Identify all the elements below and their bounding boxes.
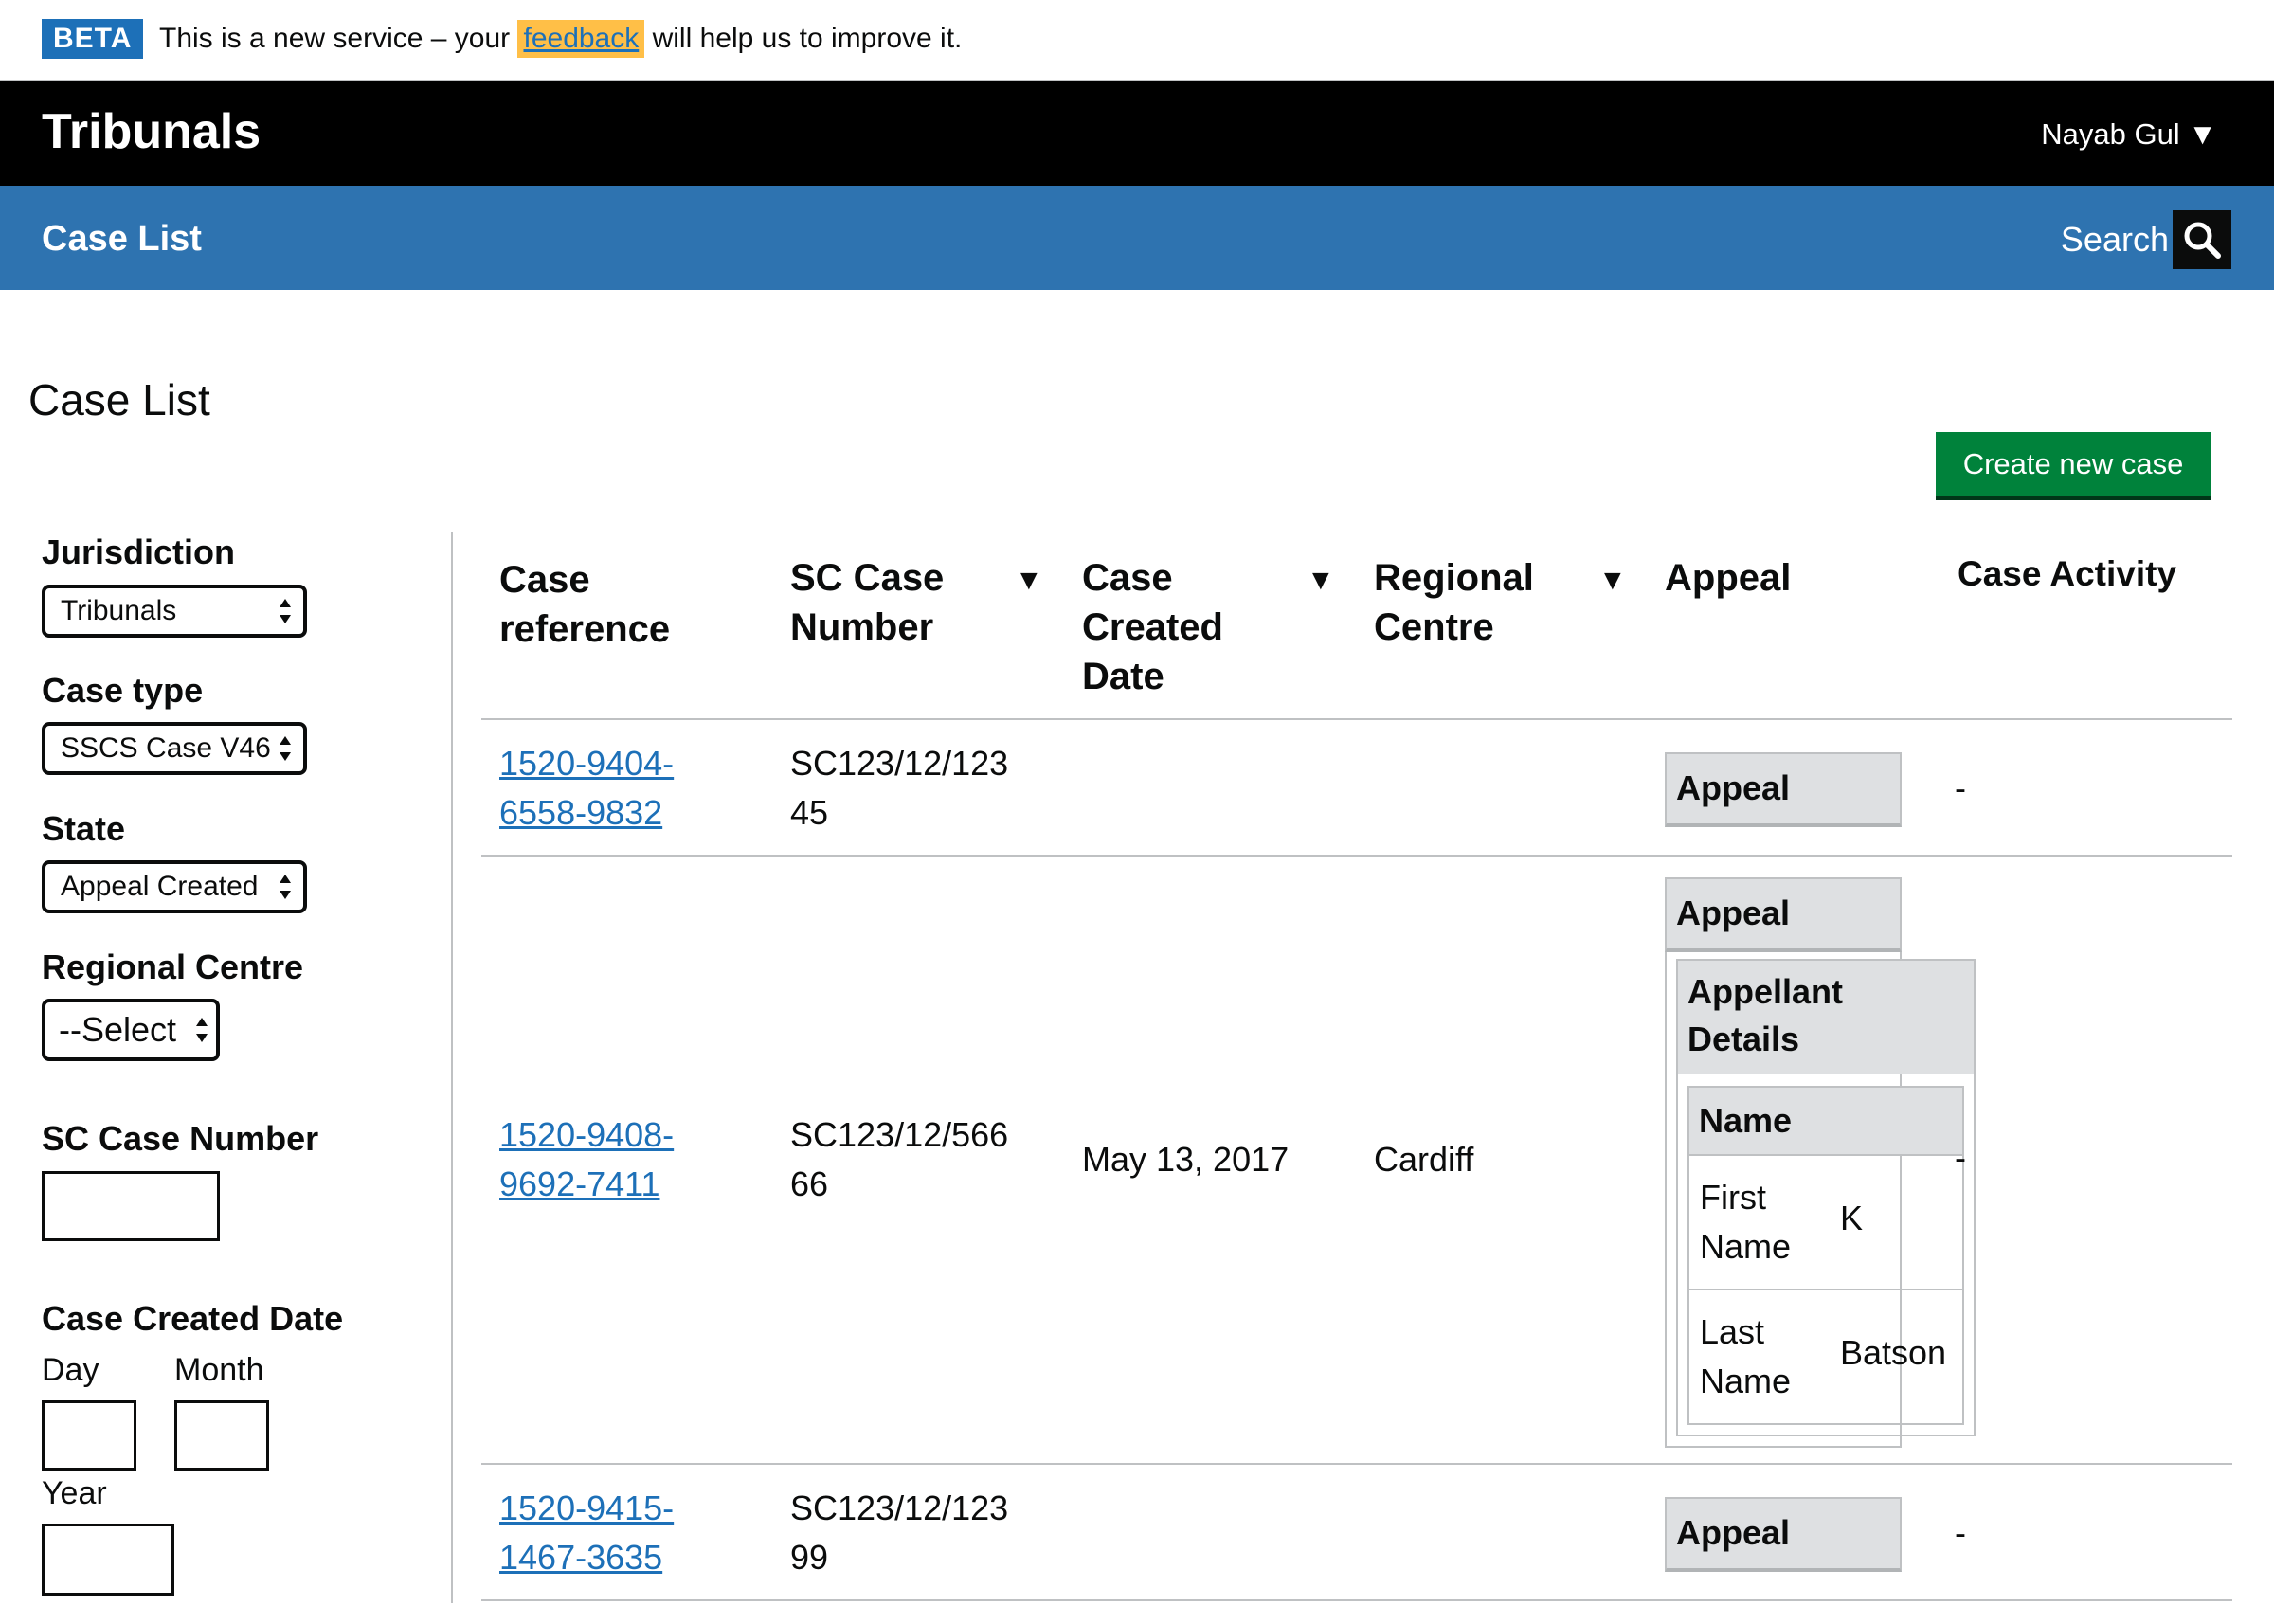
beta-tag: BETA xyxy=(42,19,144,59)
page-title: Case List xyxy=(28,375,210,424)
table-row-2-case-created-date: May 13, 2017 xyxy=(1082,1140,1290,1179)
col-appeal[interactable]: Appeal xyxy=(1665,553,1791,603)
sc-case-number-input[interactable] xyxy=(42,1171,220,1241)
day-label: Day xyxy=(42,1352,99,1388)
table-row-2-case-reference[interactable]: 1520-9408- 9692-7411 xyxy=(499,1110,674,1209)
regional-centre-label: Regional Centre xyxy=(42,947,304,986)
table-header-divider xyxy=(481,718,2232,720)
phase-banner-text: This is a new service – your feedback wi… xyxy=(159,20,962,58)
year-label: Year xyxy=(42,1475,107,1511)
table-row-divider xyxy=(481,855,2232,857)
search-icon[interactable] xyxy=(2173,210,2231,269)
table-row-2-case-activity: - xyxy=(1955,1138,1966,1177)
filter-divider xyxy=(451,532,453,1603)
case-type-select[interactable]: SSCS Case V46 xyxy=(42,722,307,775)
table-row-divider xyxy=(481,1599,2232,1601)
feedback-link[interactable]: feedback xyxy=(517,20,645,58)
jurisdiction-label: Jurisdiction xyxy=(42,532,236,571)
primary-nav: Case List Search xyxy=(0,186,2274,290)
global-header: Tribunals Nayab Gul ▼ xyxy=(0,81,2274,186)
first-name-value: K xyxy=(1840,1199,1864,1237)
first-name-label: First Name xyxy=(1700,1178,1792,1266)
state-select[interactable]: Appeal Created xyxy=(42,860,307,913)
table-row-3-sc-case-number: SC123/12/123 99 xyxy=(790,1489,1009,1577)
user-menu[interactable]: Nayab Gul ▼ xyxy=(2041,116,2217,153)
sort-icon[interactable]: ▼ xyxy=(1598,565,1627,597)
table-row-2-regional-centre: Cardiff xyxy=(1374,1140,1474,1179)
appeal-tab[interactable]: Appeal xyxy=(1665,752,1902,827)
col-case-activity[interactable]: Case Activity xyxy=(1958,550,2176,599)
select-arrows-icon xyxy=(191,1016,212,1044)
sc-case-number-label: SC Case Number xyxy=(42,1119,319,1158)
appeal-tab[interactable]: Appeal xyxy=(1665,1497,1902,1572)
month-label: Month xyxy=(174,1352,264,1388)
table-row-1-case-reference[interactable]: 1520-9404- 6558-9832 xyxy=(499,739,674,838)
select-arrows-icon xyxy=(275,734,296,763)
case-type-select-value: SSCS Case V46 xyxy=(61,732,271,764)
name-header-divider xyxy=(1689,1154,1962,1156)
case-reference-link[interactable]: 1520-9408- 9692-7411 xyxy=(499,1115,674,1203)
day-input[interactable] xyxy=(42,1400,136,1471)
nav-case-list[interactable]: Case List xyxy=(42,218,202,260)
table-row-3-case-reference[interactable]: 1520-9415- 1467-3635 xyxy=(499,1484,674,1582)
sort-icon[interactable]: ▼ xyxy=(1307,565,1335,597)
case-created-date-label: Case Created Date xyxy=(42,1299,344,1338)
table-row-divider xyxy=(481,1463,2232,1465)
service-name[interactable]: Tribunals xyxy=(42,100,261,163)
col-sc-case-number[interactable]: SC Case Number xyxy=(790,553,980,652)
case-reference-link[interactable]: 1520-9415- 1467-3635 xyxy=(499,1489,674,1577)
state-select-value: Appeal Created xyxy=(61,871,259,902)
phase-banner-text-before: This is a new service – your xyxy=(159,23,511,54)
col-regional-centre[interactable]: Regional Centre xyxy=(1374,553,1563,652)
table-row-3-case-activity: - xyxy=(1955,1513,1966,1552)
table-row-1-sc-case-number: SC123/12/123 45 xyxy=(790,744,1009,832)
table-row-1-case-activity: - xyxy=(1955,768,1966,807)
regional-centre-select[interactable]: --Select xyxy=(42,999,220,1061)
last-name-value: Batson xyxy=(1840,1333,1947,1372)
col-case-created-date[interactable]: Case Created Date xyxy=(1082,553,1272,701)
year-input[interactable] xyxy=(42,1524,174,1596)
phase-banner: BETA This is a new service – your feedba… xyxy=(0,0,2274,81)
sort-icon[interactable]: ▼ xyxy=(1015,565,1043,597)
month-input[interactable] xyxy=(174,1400,269,1471)
appellant-details-header: Appellant Details xyxy=(1678,961,1974,1074)
jurisdiction-select[interactable]: Tribunals xyxy=(42,585,307,638)
select-arrows-icon xyxy=(275,597,296,625)
state-label: State xyxy=(42,809,126,848)
appeal-tab[interactable]: Appeal xyxy=(1665,877,1902,952)
create-new-case-button[interactable]: Create new case xyxy=(1936,432,2211,500)
jurisdiction-select-value: Tribunals xyxy=(61,595,177,626)
nav-search-label[interactable]: Search xyxy=(2061,219,2169,261)
name-header: Name xyxy=(1689,1088,1962,1154)
col-case-reference[interactable]: Case reference xyxy=(499,555,727,654)
phase-banner-text-after: will help us to improve it. xyxy=(652,23,963,54)
last-name-label: Last Name xyxy=(1700,1312,1792,1400)
case-reference-link[interactable]: 1520-9404- 6558-9832 xyxy=(499,744,674,832)
table-row-2-sc-case-number: SC123/12/566 66 xyxy=(790,1115,1009,1203)
regional-centre-select-value: --Select xyxy=(59,1010,177,1049)
name-row-divider xyxy=(1689,1289,1962,1290)
case-type-label: Case type xyxy=(42,671,204,710)
nav-search[interactable]: Search xyxy=(2061,210,2231,269)
select-arrows-icon xyxy=(275,873,296,901)
